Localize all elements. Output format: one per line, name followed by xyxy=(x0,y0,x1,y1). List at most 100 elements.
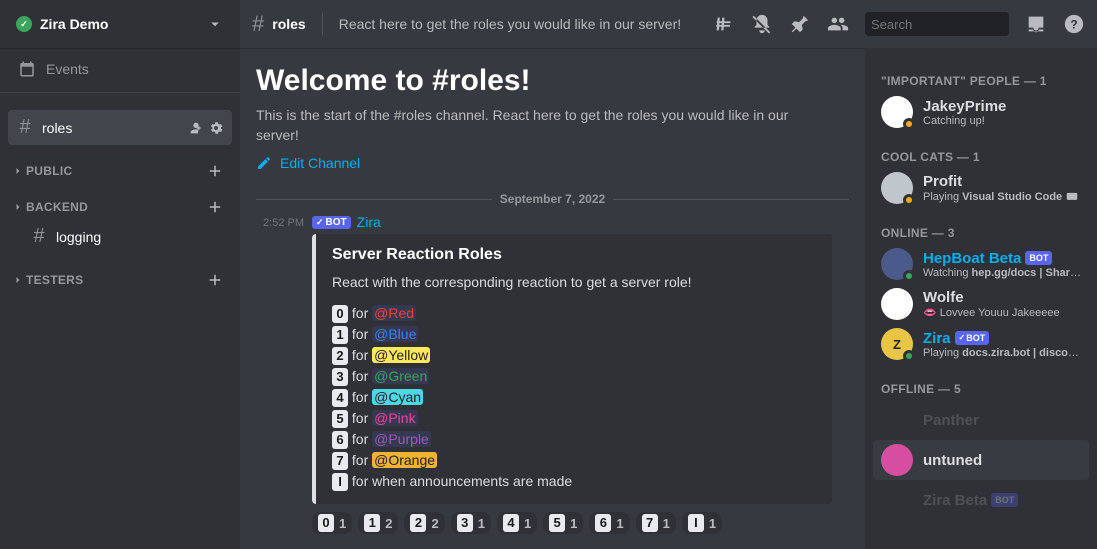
search-input[interactable] xyxy=(871,17,1047,32)
role-mention[interactable]: @Orange xyxy=(372,452,437,468)
keycap-emoji: I xyxy=(332,473,348,491)
avatar xyxy=(881,484,913,516)
reaction[interactable]: 31 xyxy=(451,512,491,534)
role-mention[interactable]: @Blue xyxy=(372,326,418,342)
plus-icon[interactable] xyxy=(206,198,224,216)
status-dot xyxy=(903,118,915,130)
role-mention[interactable]: @Red xyxy=(372,305,416,321)
reaction[interactable]: I1 xyxy=(682,512,722,534)
rich-presence-icon xyxy=(1065,190,1079,204)
member-row[interactable]: Zira BetaBOT xyxy=(873,480,1089,520)
member-group-header: OFFLINE — 5 xyxy=(873,364,1089,400)
category-public[interactable]: PUBLIC xyxy=(8,146,232,182)
header-toolbar: ? xyxy=(713,12,1085,36)
embed-intro: React with the corresponding reaction to… xyxy=(332,272,816,293)
channel-logging[interactable]: #logging xyxy=(8,219,232,254)
member-row[interactable]: ProfitPlaying Visual Studio Code xyxy=(873,168,1089,208)
keycap-emoji: 4 xyxy=(332,389,348,407)
member-name: Zira BetaBOT xyxy=(923,492,1018,509)
member-name: JakeyPrime xyxy=(923,98,1006,115)
reaction[interactable]: 01 xyxy=(312,512,352,534)
member-name: Profit xyxy=(923,173,1079,190)
date-separator: September 7, 2022 xyxy=(256,192,849,206)
message-timestamp: 2:52 PM xyxy=(256,214,312,229)
server-name: Zira Demo xyxy=(40,16,108,32)
reaction[interactable]: 61 xyxy=(589,512,629,534)
reaction[interactable]: 22 xyxy=(404,512,444,534)
events-row[interactable]: Events xyxy=(0,50,240,93)
reaction[interactable]: 41 xyxy=(497,512,537,534)
status-dot xyxy=(903,194,915,206)
plus-icon[interactable] xyxy=(206,271,224,289)
inbox-icon[interactable] xyxy=(1025,13,1047,35)
role-mention[interactable]: @Green xyxy=(372,368,429,384)
role-line: 6 for @Purple xyxy=(332,429,816,450)
member-list: "IMPORTANT" PEOPLE — 1JakeyPrimeCatching… xyxy=(865,48,1097,549)
category-testers[interactable]: TESTERS xyxy=(8,255,232,291)
keycap-emoji: I xyxy=(688,514,704,532)
role-mention[interactable]: @Yellow xyxy=(372,347,430,363)
member-activity: Playing Visual Studio Code xyxy=(923,190,1079,204)
gear-icon[interactable] xyxy=(208,120,224,136)
member-row[interactable]: HepBoat BetaBOTWatching hep.gg/docs | Sh… xyxy=(873,244,1089,284)
member-group-header: COOL CATS — 1 xyxy=(873,132,1089,168)
server-header[interactable]: ✓Zira Demo xyxy=(0,0,240,48)
member-row[interactable]: Wolfe👄 Lovvee Youuu Jakeeeee xyxy=(873,284,1089,324)
create-invite-icon[interactable] xyxy=(188,120,204,136)
reactions-bar: 0112223141516171I1 xyxy=(312,512,849,534)
status-dot xyxy=(903,270,915,282)
member-group-header: ONLINE — 3 xyxy=(873,208,1089,244)
role-mention[interactable]: @Cyan xyxy=(372,389,423,405)
bot-tag: BOT xyxy=(955,331,990,345)
channel-roles[interactable]: # roles xyxy=(8,110,232,145)
reaction[interactable]: 51 xyxy=(543,512,583,534)
chevron-right-icon xyxy=(12,274,24,286)
role-line: 4 for @Cyan xyxy=(332,387,816,408)
category-backend[interactable]: BACKEND xyxy=(8,182,232,218)
keycap-emoji: 1 xyxy=(364,514,380,532)
search-box[interactable] xyxy=(865,12,1009,36)
keycap-emoji: 6 xyxy=(332,431,348,449)
member-row[interactable]: Panther xyxy=(873,400,1089,440)
member-row[interactable]: untuned xyxy=(873,440,1089,480)
keycap-emoji: 5 xyxy=(332,410,348,428)
message-list: Welcome to #roles! This is the start of … xyxy=(240,48,865,549)
member-activity: Watching hep.gg/docs | Shard 0 xyxy=(923,267,1081,279)
keycap-emoji: 2 xyxy=(410,514,426,532)
member-row[interactable]: ZZiraBOTPlaying docs.zira.bot | discord.… xyxy=(873,324,1089,364)
threads-icon[interactable] xyxy=(713,13,735,35)
reaction[interactable]: 71 xyxy=(636,512,676,534)
edit-channel-link[interactable]: Edit Channel xyxy=(256,155,360,171)
member-name: ZiraBOT xyxy=(923,330,1081,347)
pencil-icon xyxy=(256,155,272,171)
status-dot xyxy=(903,350,915,362)
help-icon[interactable]: ? xyxy=(1063,13,1085,35)
keycap-emoji: 3 xyxy=(332,368,348,386)
role-mention[interactable]: @Purple xyxy=(372,431,431,447)
avatar xyxy=(881,248,913,280)
role-line: I for when announcements are made xyxy=(332,471,816,492)
pin-icon[interactable] xyxy=(789,13,811,35)
plus-icon[interactable] xyxy=(206,162,224,180)
keycap-emoji: 2 xyxy=(332,347,348,365)
reaction[interactable]: 12 xyxy=(358,512,398,534)
member-row[interactable]: JakeyPrimeCatching up! xyxy=(873,92,1089,132)
message-author[interactable]: Zira xyxy=(357,214,381,230)
members-icon[interactable] xyxy=(827,13,849,35)
role-mention[interactable]: @Pink xyxy=(372,410,417,426)
keycap-emoji: 5 xyxy=(549,514,565,532)
member-group-header: "IMPORTANT" PEOPLE — 1 xyxy=(873,56,1089,92)
avatar xyxy=(881,404,913,436)
embed-title: Server Reaction Roles xyxy=(332,246,816,264)
role-line: 2 for @Yellow xyxy=(332,345,816,366)
channel-topic[interactable]: React here to get the roles you would li… xyxy=(339,16,699,32)
channel-welcome: Welcome to #roles! This is the start of … xyxy=(256,64,849,174)
mute-icon[interactable] xyxy=(751,13,773,35)
role-line: 1 for @Blue xyxy=(332,324,816,345)
keycap-emoji: 4 xyxy=(503,514,519,532)
channel-sidebar: ✓Zira Demo Events # roles PUBLICBACKEND#… xyxy=(0,0,240,549)
divider xyxy=(322,13,323,35)
member-name: Wolfe xyxy=(923,289,1060,306)
chevron-down-icon xyxy=(206,15,224,33)
keycap-emoji: 6 xyxy=(595,514,611,532)
